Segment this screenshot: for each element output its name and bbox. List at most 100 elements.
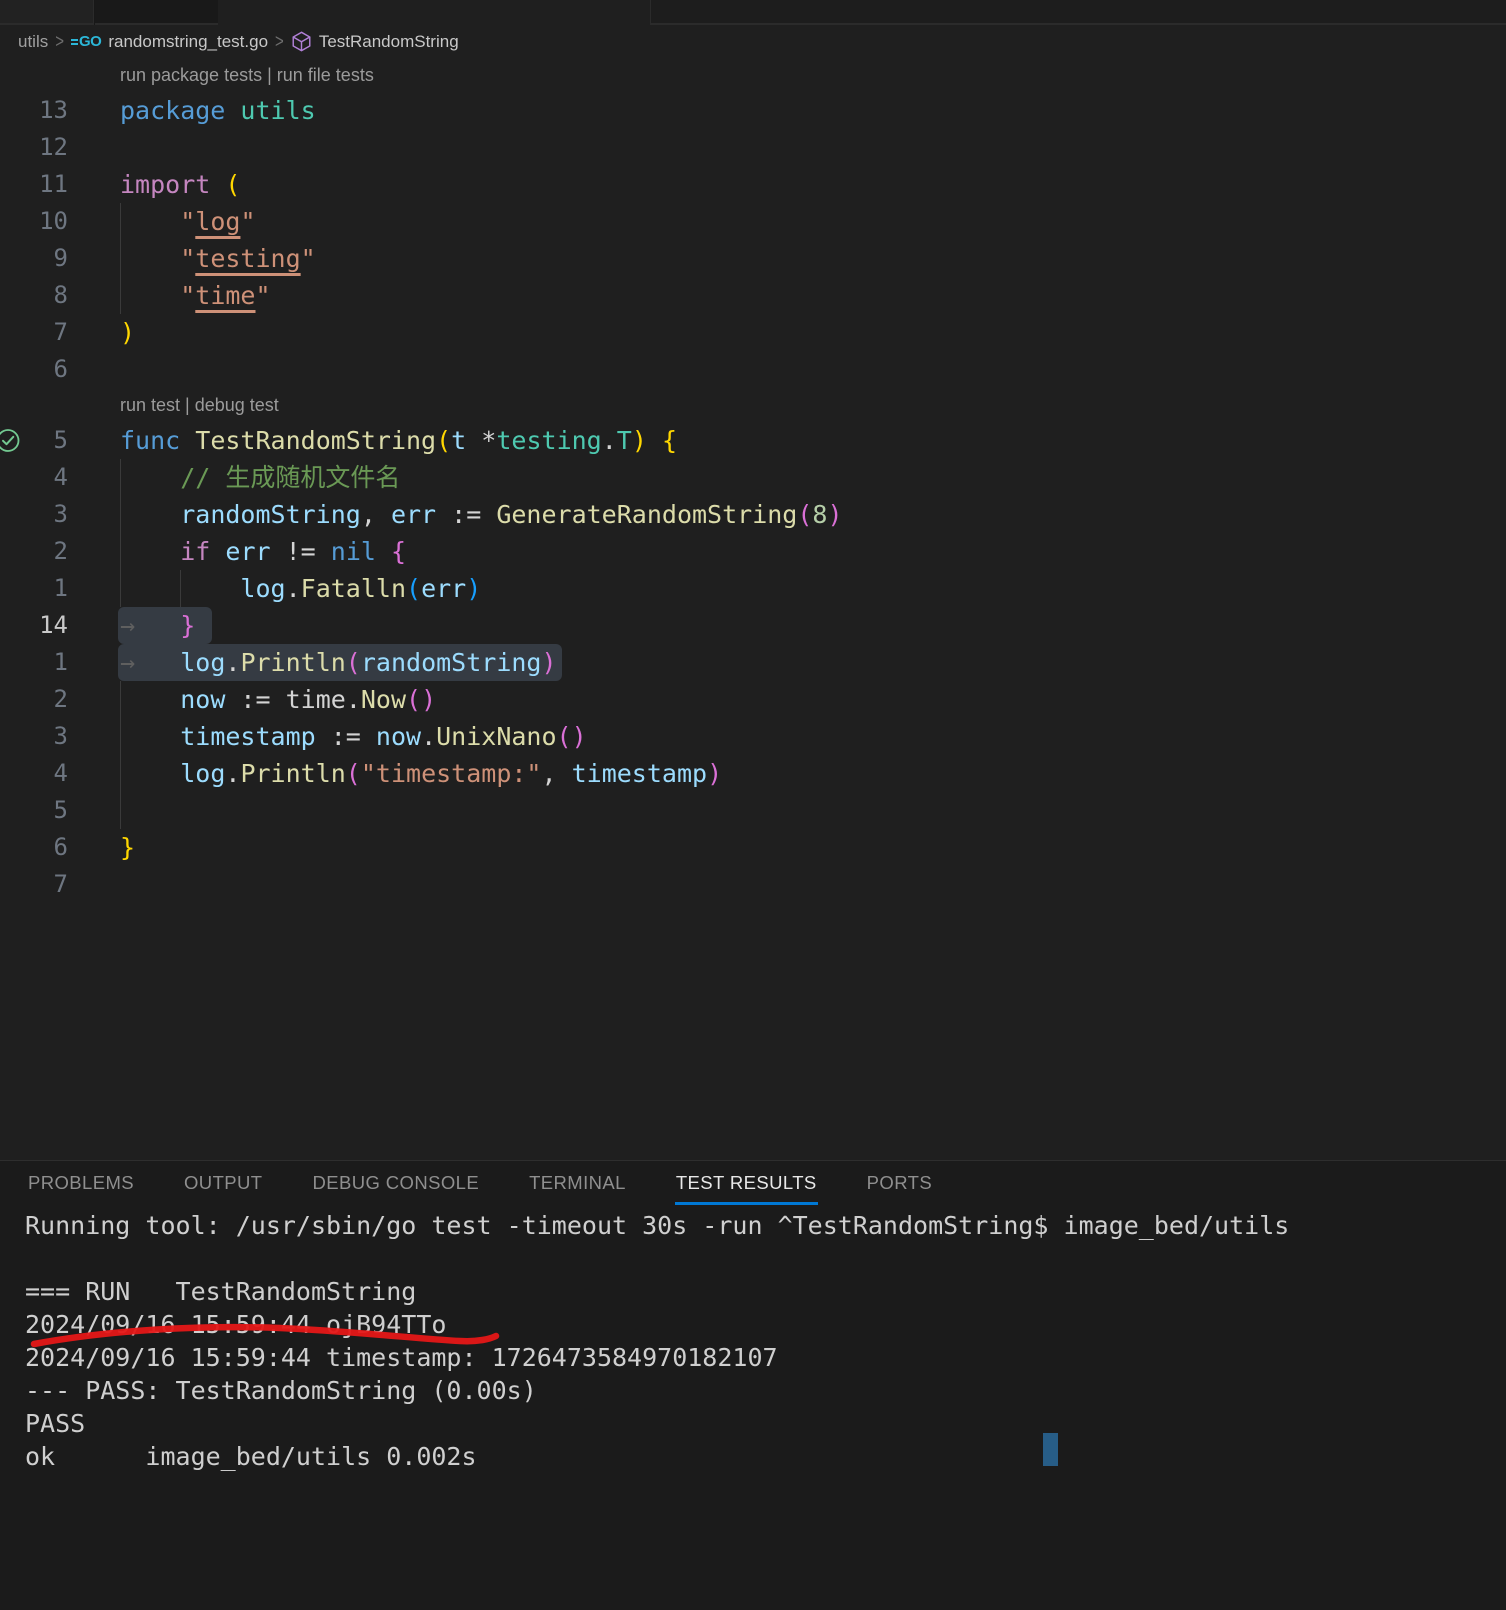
line-number[interactable]: 7 <box>0 314 95 351</box>
line-number[interactable]: 3 <box>0 718 95 755</box>
code-line-text <box>95 866 120 903</box>
panel-tab-debug-console[interactable]: DEBUG CONSOLE <box>311 1162 480 1205</box>
panel-tab-ports[interactable]: PORTS <box>866 1162 933 1205</box>
chevron-right-icon: > <box>275 30 284 52</box>
line-number[interactable]: 14 <box>0 607 95 644</box>
indent-guide <box>120 792 121 829</box>
code-line[interactable]: 5 <box>0 792 1506 829</box>
tab-bar-empty <box>650 0 1506 25</box>
code-line[interactable]: 8 "time" <box>0 277 1506 314</box>
line-number[interactable]: 4 <box>0 459 95 496</box>
line-number[interactable]: 12 <box>0 129 95 166</box>
code-line-text: "time" <box>95 277 271 314</box>
line-number[interactable]: 1 <box>0 644 95 681</box>
breadcrumb-item[interactable]: TestRandomString <box>319 32 459 52</box>
breadcrumb-item[interactable]: randomstring_test.go <box>108 32 268 52</box>
code-line-text: import ( <box>95 166 240 203</box>
code-line-text: "testing" <box>95 240 316 277</box>
codelens: run package tests | run file tests <box>120 58 374 92</box>
codelens-separator: | <box>180 395 195 415</box>
code-line[interactable]: 5func TestRandomString(t *testing.T) { <box>0 422 1506 459</box>
code-line-text: log.Fatalln(err) <box>95 570 481 607</box>
code-line-text <box>95 351 120 388</box>
breadcrumb: utils>GOrandomstring_test.go>TestRandomS… <box>0 25 1506 58</box>
code-line-text: randomString, err := GenerateRandomStrin… <box>95 496 843 533</box>
code-line[interactable]: 2 if err != nil { <box>0 533 1506 570</box>
code-line-text: now := time.Now() <box>95 681 436 718</box>
code-line[interactable]: 1 log.Fatalln(err) <box>0 570 1506 607</box>
line-number[interactable]: 1 <box>0 570 95 607</box>
code-line[interactable]: 7 <box>0 866 1506 903</box>
code-line[interactable]: 10 "log" <box>0 203 1506 240</box>
code-line-text: if err != nil { <box>95 533 406 570</box>
inactive-tab-fragment[interactable] <box>0 0 94 25</box>
output-line: Running tool: /usr/sbin/go test -timeout… <box>25 1209 1506 1242</box>
code-line[interactable]: 13package utils <box>0 92 1506 129</box>
code-line[interactable]: 1→ log.Println(randomString) <box>0 644 1506 681</box>
panel-tab-problems[interactable]: PROBLEMS <box>27 1162 135 1205</box>
line-number[interactable]: 6 <box>0 829 95 866</box>
code-line-text: func TestRandomString(t *testing.T) { <box>95 422 677 459</box>
codelens: run test | debug test <box>120 388 279 422</box>
code-line-text: } <box>95 829 135 866</box>
code-line[interactable]: 2 now := time.Now() <box>0 681 1506 718</box>
vscode-window: utils>GOrandomstring_test.go>TestRandomS… <box>0 0 1506 1610</box>
code-line[interactable]: 12 <box>0 129 1506 166</box>
output-line: 2024/09/16 15:59:44 timestamp: 172647358… <box>25 1341 1506 1374</box>
output-line: --- PASS: TestRandomString (0.00s) <box>25 1374 1506 1407</box>
panel-tab-test-results[interactable]: TEST RESULTS <box>675 1162 818 1205</box>
codelens-link[interactable]: run file tests <box>277 65 374 85</box>
code-line[interactable]: 14→ } <box>0 607 1506 644</box>
line-number[interactable]: 5 <box>0 792 95 829</box>
tab-bar-gap <box>95 0 218 25</box>
symbol-method-icon <box>291 31 312 52</box>
go-language-icon: GO <box>71 33 101 50</box>
panel-tab-terminal[interactable]: TERMINAL <box>528 1162 627 1205</box>
code-line[interactable]: 4 // 生成随机文件名 <box>0 459 1506 496</box>
line-number[interactable]: 5 <box>0 422 95 459</box>
code-line-text <box>95 129 120 166</box>
codelens-separator: | <box>262 65 277 85</box>
code-line-text: timestamp := now.UnixNano() <box>95 718 587 755</box>
code-line[interactable]: 3 timestamp := now.UnixNano() <box>0 718 1506 755</box>
code-line[interactable]: 3 randomString, err := GenerateRandomStr… <box>0 496 1506 533</box>
code-line-text: // 生成随机文件名 <box>95 459 400 496</box>
line-number[interactable]: 3 <box>0 496 95 533</box>
tab-bar <box>0 0 1506 25</box>
output-line: === RUN TestRandomString <box>25 1275 1506 1308</box>
line-number[interactable]: 8 <box>0 277 95 314</box>
test-output: Running tool: /usr/sbin/go test -timeout… <box>0 1205 1506 1473</box>
codelens-link[interactable]: debug test <box>195 395 279 415</box>
output-line <box>25 1242 1506 1275</box>
line-number[interactable]: 4 <box>0 755 95 792</box>
code-editor[interactable]: run package tests | run file tests13pack… <box>0 58 1506 1160</box>
codelens-link[interactable]: run package tests <box>120 65 262 85</box>
line-number[interactable]: 10 <box>0 203 95 240</box>
code-line-text <box>95 792 120 829</box>
line-number[interactable]: 2 <box>0 533 95 570</box>
code-line-text: → log.Println(randomString) <box>95 644 557 681</box>
code-line[interactable]: 9 "testing" <box>0 240 1506 277</box>
line-number[interactable]: 2 <box>0 681 95 718</box>
breadcrumb-item[interactable]: utils <box>18 32 48 52</box>
code-line[interactable]: 6 <box>0 351 1506 388</box>
codelens-row: run test | debug test <box>0 388 1506 422</box>
line-number[interactable]: 6 <box>0 351 95 388</box>
line-number[interactable]: 13 <box>0 92 95 129</box>
codelens-link[interactable]: run test <box>120 395 180 415</box>
line-number[interactable]: 9 <box>0 240 95 277</box>
line-number[interactable]: 7 <box>0 866 95 903</box>
active-tab-fragment[interactable] <box>218 0 650 25</box>
output-line: PASS <box>25 1407 1506 1440</box>
code-line[interactable]: 11import ( <box>0 166 1506 203</box>
panel-tab-output[interactable]: OUTPUT <box>183 1162 263 1205</box>
code-line-text: package utils <box>95 92 316 129</box>
code-line-text: → } <box>95 607 195 644</box>
code-line-text: log.Println("timestamp:", timestamp) <box>95 755 722 792</box>
code-line[interactable]: 7) <box>0 314 1506 351</box>
code-line[interactable]: 4 log.Println("timestamp:", timestamp) <box>0 755 1506 792</box>
line-number[interactable]: 11 <box>0 166 95 203</box>
code-line[interactable]: 6} <box>0 829 1506 866</box>
output-line: ok image_bed/utils 0.002s <box>25 1440 1506 1473</box>
bottom-panel: PROBLEMS OUTPUT DEBUG CONSOLE TERMINAL TEST … <box>0 1160 1506 1610</box>
